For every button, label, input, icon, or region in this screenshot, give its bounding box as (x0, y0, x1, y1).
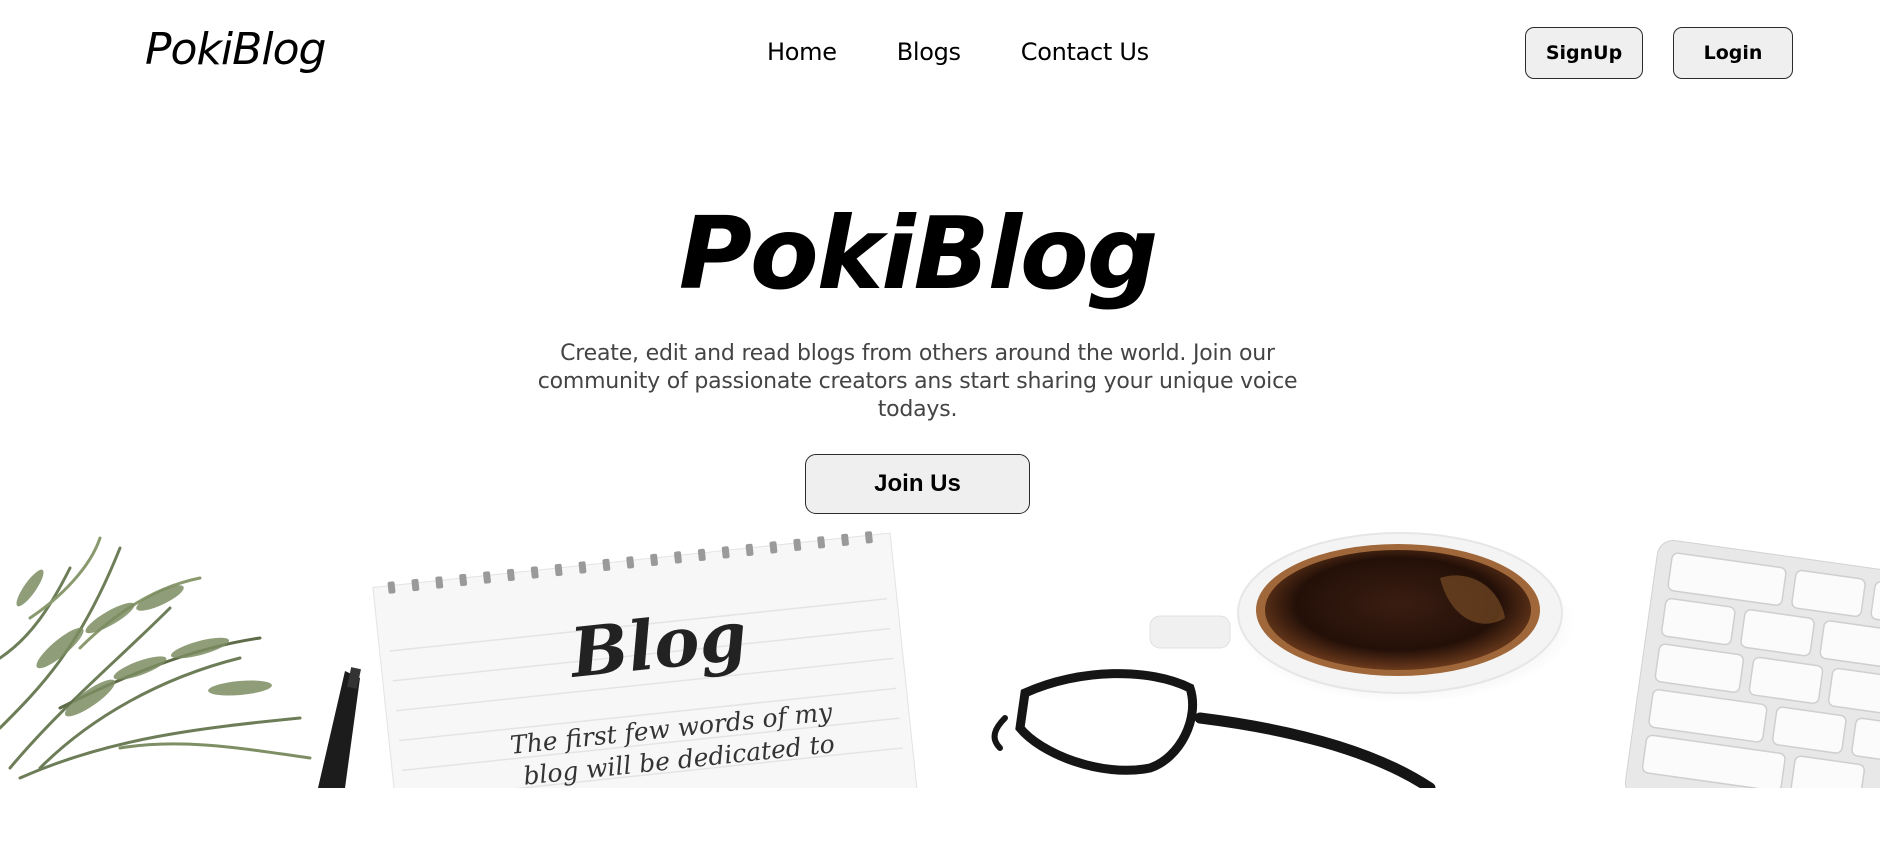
desk-illustration: Blog The first few words of my blog will… (0, 531, 1880, 788)
nav-link-blogs[interactable]: Blogs (897, 38, 961, 66)
hero-banner-image: Blog The first few words of my blog will… (0, 528, 1880, 788)
navbar: PokiBlog Home Blogs Contact Us SignUp Lo… (0, 0, 1880, 106)
signup-button[interactable]: SignUp (1525, 27, 1643, 79)
notepad: Blog The first few words of my blog will… (372, 531, 918, 788)
coffee-cup-icon (1149, 532, 1575, 703)
pen-icon (318, 667, 361, 788)
login-button[interactable]: Login (1673, 27, 1793, 79)
hero-title: PokiBlog (678, 195, 1159, 312)
nav-link-home[interactable]: Home (767, 38, 837, 66)
brand-logo[interactable]: PokiBlog (145, 24, 326, 75)
keyboard-icon (1624, 539, 1880, 788)
nav-link-contact[interactable]: Contact Us (1021, 38, 1149, 66)
hero-description: Create, edit and read blogs from others … (537, 341, 1298, 422)
nav-links: Home Blogs Contact Us (767, 38, 1149, 66)
join-us-button[interactable]: Join Us (805, 454, 1030, 514)
